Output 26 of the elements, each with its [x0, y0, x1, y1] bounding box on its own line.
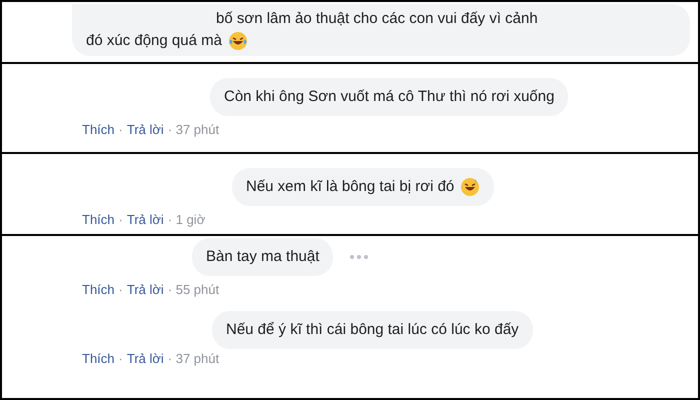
comment-text: Nếu để ý kĩ thì cái bông tai lúc có lúc ko đấy [226, 320, 519, 340]
separator-dot: · [118, 122, 123, 137]
comment-time: · 37 phút [168, 122, 220, 137]
comment-time: · 1 giờ [168, 212, 206, 227]
like-link[interactable]: Thích [82, 122, 115, 137]
like-link[interactable]: Thích [82, 282, 115, 297]
reply-link[interactable]: Trả lời [126, 122, 164, 137]
separator-dot: · [118, 212, 123, 227]
comment-time: · 37 phút [168, 351, 220, 366]
comment-time: · 55 phút [168, 282, 220, 297]
comment-text: Nếu xem kĩ là bông tai bị rơi đó [246, 177, 454, 197]
reply-link[interactable]: Trả lời [126, 282, 164, 297]
comment-text: Bàn tay ma thuật [206, 247, 320, 267]
separator-dot: · [118, 351, 123, 366]
like-link[interactable]: Thích [82, 351, 115, 366]
comment-text-line: bố sơn lâm ảo thuật cho các con vui đấy vì cảnh [216, 9, 538, 29]
reply-link[interactable]: Trả lời [126, 212, 164, 227]
sweat-smile-emoji-icon [460, 177, 480, 197]
ellipsis-icon [349, 254, 370, 260]
comment-text: Còn khi ông Sơn vuốt má cô Thư thì nó rơi xuống [224, 87, 554, 107]
comment-text-line: đó xúc động quá mà [86, 31, 222, 51]
laughing-tears-emoji-icon [228, 31, 248, 51]
separator-dot: · [118, 282, 123, 297]
reply-link[interactable]: Trả lời [126, 351, 164, 366]
more-options-button[interactable] [349, 254, 370, 260]
like-link[interactable]: Thích [82, 212, 115, 227]
